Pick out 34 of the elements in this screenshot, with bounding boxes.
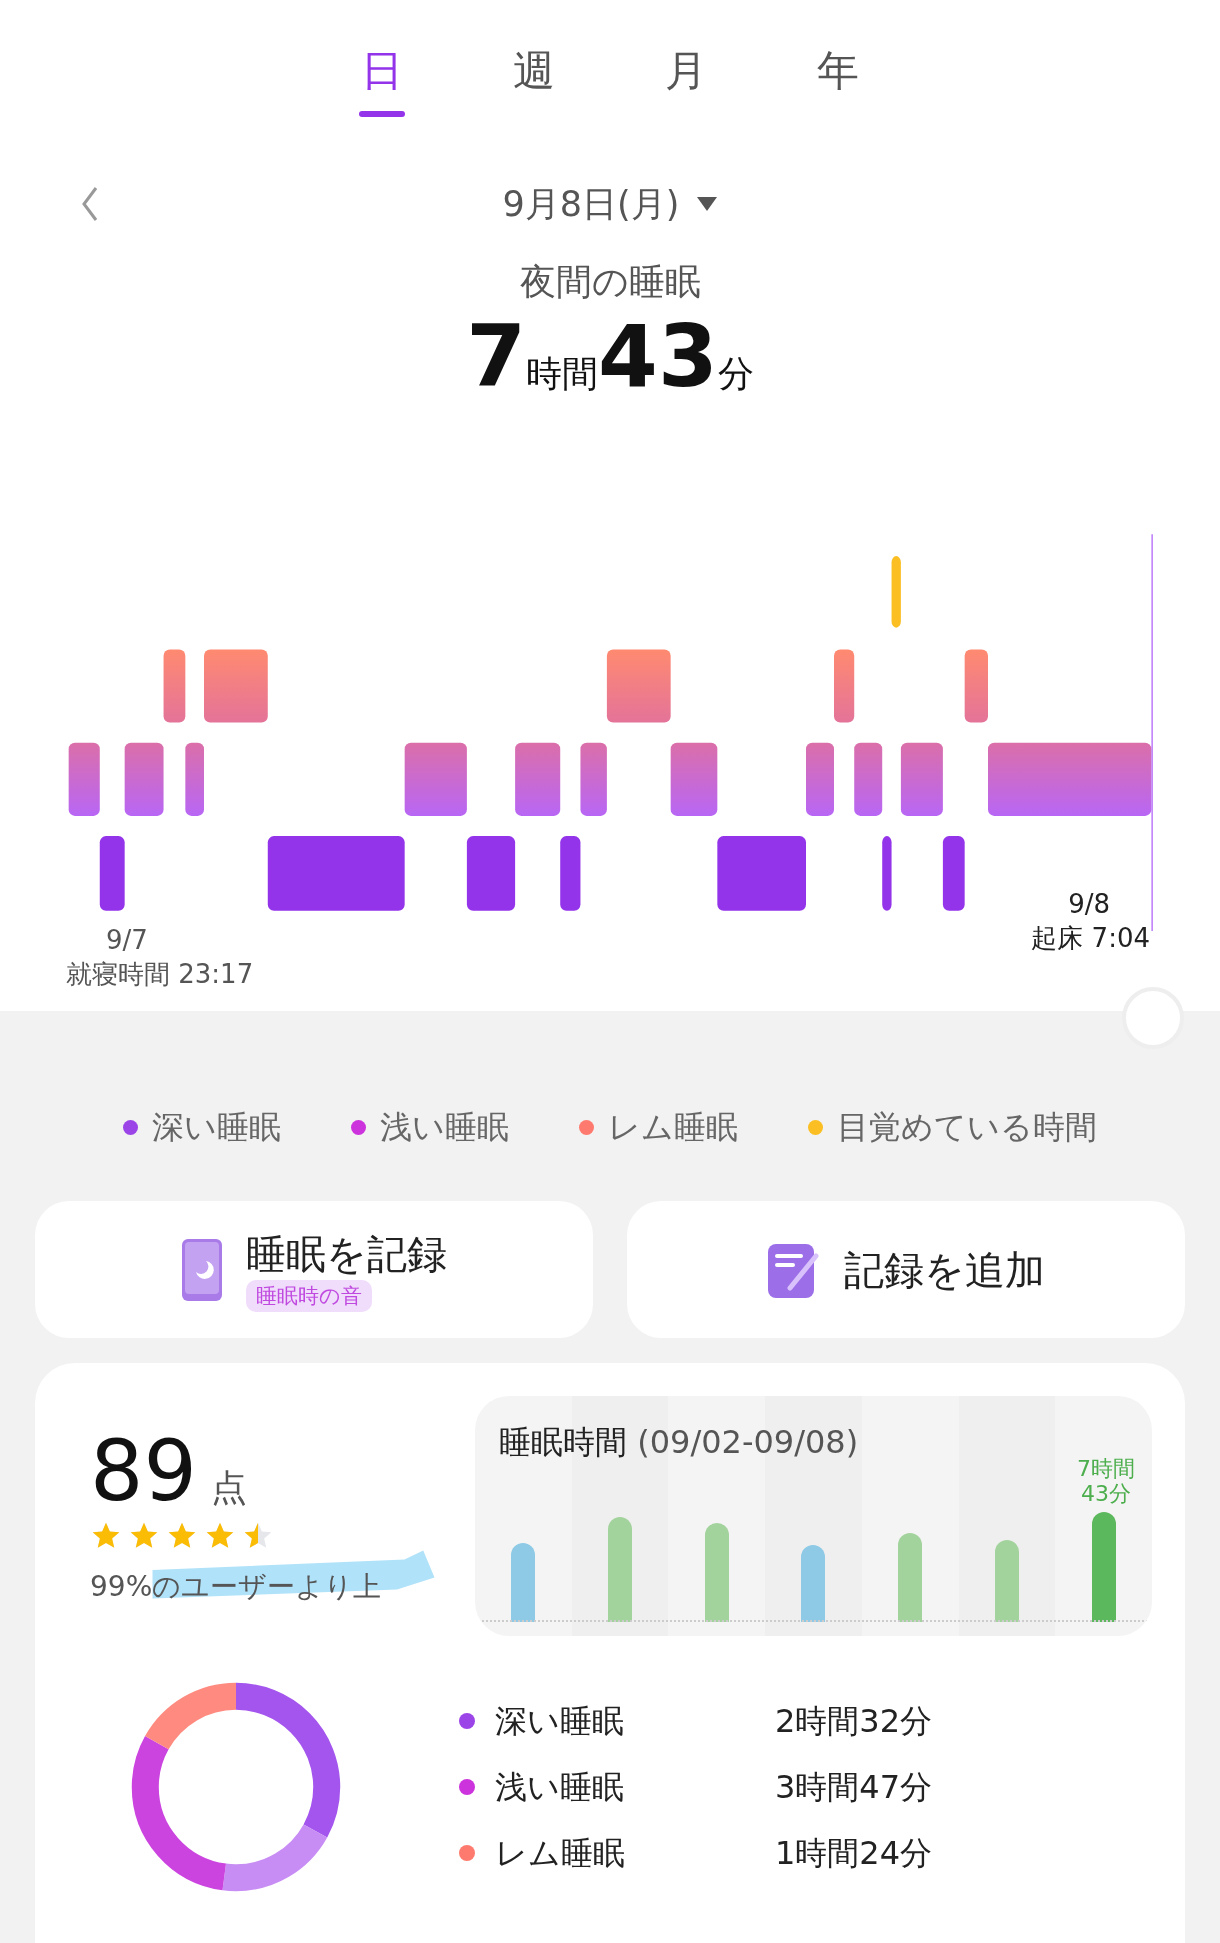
sleep-duration: 7 時間43 分 <box>465 311 755 401</box>
latest-value-label: 43分 <box>1081 1481 1131 1506</box>
sleep-score: 89 <box>90 1426 197 1516</box>
period-tab[interactable]: 年 <box>812 45 864 117</box>
stage-duration: 3時間47分 <box>775 1767 933 1808</box>
period-tab[interactable]: 週 <box>508 45 560 117</box>
date-selector[interactable]: 9月8日(月) <box>502 177 718 231</box>
bedtime-label: 就寝時間 23:17 <box>66 958 254 991</box>
moon-phone-icon <box>181 1238 222 1301</box>
stage-duration: 2時間32分 <box>775 1701 933 1742</box>
stage-duration: 1時間24分 <box>775 1833 933 1874</box>
record-sleep-button[interactable]: 睡眠を記録 睡眠時の音 <box>35 1201 593 1338</box>
wake-date: 9/8 <box>1068 888 1110 921</box>
legend-label: 浅い睡眠 <box>380 1107 509 1148</box>
note-edit-icon <box>767 1241 820 1298</box>
period-tab[interactable]: 日 <box>356 45 408 117</box>
stage-label: 浅い睡眠 <box>495 1767 625 1808</box>
stage-label: レム睡眠 <box>495 1833 626 1874</box>
score-unit: 点 <box>210 1466 247 1510</box>
summary-title: 夜間の睡眠 <box>518 260 702 304</box>
legend-label: レム睡眠 <box>608 1107 738 1148</box>
stage-label: 深い睡眠 <box>495 1701 625 1742</box>
sleep-stage-segment <box>891 556 901 628</box>
legend-label: 目覚めている時間 <box>837 1107 1097 1148</box>
weekly-chart-title: 睡眠時間 (09/02-09/08) <box>499 1422 859 1463</box>
user-comparison: 99%のユーザーより上 <box>90 1569 382 1605</box>
latest-value-label: 7時間 <box>1077 1456 1135 1481</box>
legend-label: 深い睡眠 <box>152 1107 281 1148</box>
bedtime-date: 9/7 <box>106 924 148 957</box>
wake-label: 起床 7:04 <box>1031 922 1150 955</box>
sleep-sound-badge: 睡眠時の音 <box>245 1279 372 1312</box>
dropdown-icon <box>697 197 718 211</box>
period-tab[interactable]: 月 <box>660 45 712 117</box>
add-record-button[interactable]: 記録を追加 <box>627 1201 1185 1338</box>
